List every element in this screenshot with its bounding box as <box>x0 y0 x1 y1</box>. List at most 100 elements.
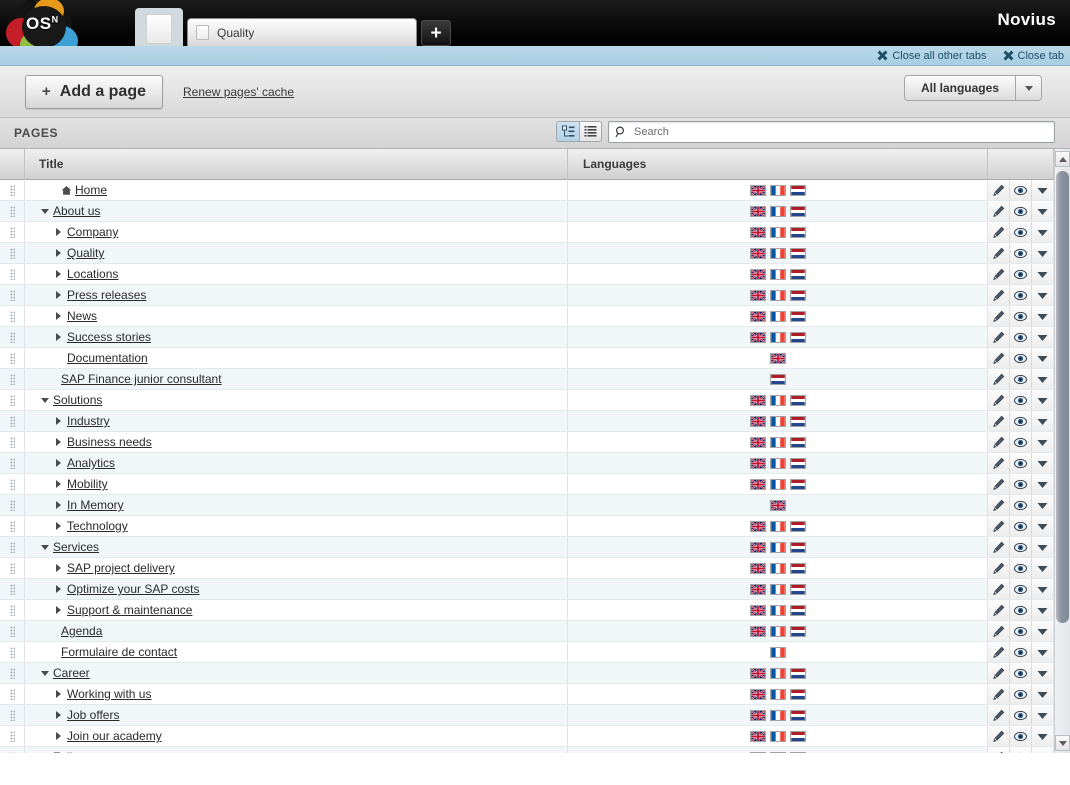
row-drag-handle[interactable] <box>0 495 25 515</box>
preview-page-button[interactable] <box>1010 730 1030 743</box>
edit-page-button[interactable] <box>988 352 1008 365</box>
row-drag-handle[interactable] <box>0 537 25 557</box>
table-row[interactable]: Working with us <box>0 684 1070 705</box>
vertical-scrollbar[interactable] <box>1054 149 1070 753</box>
preview-page-button[interactable] <box>1010 562 1030 575</box>
row-drag-handle[interactable] <box>0 180 25 200</box>
expand-toggle-closed-icon[interactable] <box>53 690 64 698</box>
edit-page-button[interactable] <box>988 688 1008 701</box>
table-row[interactable]: Press releases <box>0 285 1070 306</box>
table-row[interactable]: Home <box>0 180 1070 201</box>
page-title-link[interactable]: Analytics <box>67 456 115 470</box>
collapse-toggle-open-icon[interactable] <box>39 208 50 214</box>
expand-toggle-closed-icon[interactable] <box>53 312 64 320</box>
add-tab-button[interactable]: + <box>421 20 451 46</box>
expand-toggle-closed-icon[interactable] <box>53 564 64 572</box>
expand-toggle-closed-icon[interactable] <box>53 711 64 719</box>
table-row[interactable]: About us <box>0 201 1070 222</box>
row-drag-handle[interactable] <box>0 516 25 536</box>
page-title-link[interactable]: Home <box>75 183 107 197</box>
row-drag-handle[interactable] <box>0 579 25 599</box>
row-more-actions-button[interactable] <box>1033 562 1053 575</box>
page-title-link[interactable]: Services <box>53 540 99 554</box>
row-drag-handle[interactable] <box>0 264 25 284</box>
page-title-link[interactable]: Mobility <box>67 477 108 491</box>
row-drag-handle[interactable] <box>0 243 25 263</box>
page-title-link[interactable]: Technology <box>67 519 128 533</box>
row-more-actions-button[interactable] <box>1033 541 1053 554</box>
preview-page-button[interactable] <box>1010 415 1030 428</box>
expand-toggle-closed-icon[interactable] <box>53 501 64 509</box>
page-title-link[interactable]: Business needs <box>67 435 152 449</box>
row-more-actions-button[interactable] <box>1033 226 1053 239</box>
expand-toggle-closed-icon[interactable] <box>53 249 64 257</box>
row-more-actions-button[interactable] <box>1033 457 1053 470</box>
preview-page-button[interactable] <box>1010 646 1030 659</box>
edit-page-button[interactable] <box>988 751 1008 753</box>
table-row[interactable]: Career <box>0 663 1070 684</box>
table-row[interactable]: Industry <box>0 411 1070 432</box>
table-row[interactable]: Quality <box>0 243 1070 264</box>
table-row[interactable]: Formulaire de contact <box>0 642 1070 663</box>
row-more-actions-button[interactable] <box>1033 520 1053 533</box>
row-drag-handle[interactable] <box>0 201 25 221</box>
row-drag-handle[interactable] <box>0 390 25 410</box>
page-title-link[interactable]: Career <box>53 666 90 680</box>
page-title-link[interactable]: Documentation <box>67 351 148 365</box>
table-row[interactable]: Technology <box>0 516 1070 537</box>
page-title-link[interactable]: Follow us on <box>53 750 120 753</box>
row-drag-handle[interactable] <box>0 453 25 473</box>
expand-toggle-closed-icon[interactable] <box>53 522 64 530</box>
page-title-link[interactable]: Support & maintenance <box>67 603 192 617</box>
expand-toggle-closed-icon[interactable] <box>53 606 64 614</box>
preview-page-button[interactable] <box>1010 625 1030 638</box>
row-drag-handle[interactable] <box>0 558 25 578</box>
preview-page-button[interactable] <box>1010 310 1030 323</box>
edit-page-button[interactable] <box>988 541 1008 554</box>
row-more-actions-button[interactable] <box>1033 709 1053 722</box>
preview-page-button[interactable] <box>1010 499 1030 512</box>
table-row[interactable]: Success stories <box>0 327 1070 348</box>
edit-page-button[interactable] <box>988 625 1008 638</box>
row-more-actions-button[interactable] <box>1033 604 1053 617</box>
row-drag-handle[interactable] <box>0 285 25 305</box>
expand-toggle-closed-icon[interactable] <box>53 585 64 593</box>
edit-page-button[interactable] <box>988 184 1008 197</box>
row-more-actions-button[interactable] <box>1033 478 1053 491</box>
row-drag-handle[interactable] <box>0 747 25 753</box>
page-title-link[interactable]: Join our academy <box>67 729 162 743</box>
page-title-link[interactable]: Press releases <box>67 288 146 302</box>
row-more-actions-button[interactable] <box>1033 352 1053 365</box>
page-title-link[interactable]: Agenda <box>61 624 102 638</box>
page-title-link[interactable]: News <box>67 309 97 323</box>
edit-page-button[interactable] <box>988 373 1008 386</box>
preview-page-button[interactable] <box>1010 226 1030 239</box>
row-more-actions-button[interactable] <box>1033 184 1053 197</box>
preview-page-button[interactable] <box>1010 331 1030 344</box>
row-drag-handle[interactable] <box>0 348 25 368</box>
row-more-actions-button[interactable] <box>1033 205 1053 218</box>
page-title-link[interactable]: Industry <box>67 414 110 428</box>
row-drag-handle[interactable] <box>0 663 25 683</box>
preview-page-button[interactable] <box>1010 289 1030 302</box>
search-box[interactable] <box>608 121 1055 143</box>
table-row[interactable]: Optimize your SAP costs <box>0 579 1070 600</box>
edit-page-button[interactable] <box>988 247 1008 260</box>
row-drag-handle[interactable] <box>0 474 25 494</box>
row-drag-handle[interactable] <box>0 621 25 641</box>
edit-page-button[interactable] <box>988 394 1008 407</box>
table-row[interactable]: Agenda <box>0 621 1070 642</box>
scroll-down-button[interactable] <box>1055 735 1070 751</box>
preview-page-button[interactable] <box>1010 394 1030 407</box>
table-row[interactable]: In Memory <box>0 495 1070 516</box>
row-drag-handle[interactable] <box>0 600 25 620</box>
preview-page-button[interactable] <box>1010 436 1030 449</box>
row-drag-handle[interactable] <box>0 411 25 431</box>
edit-page-button[interactable] <box>988 583 1008 596</box>
page-title-link[interactable]: Formulaire de contact <box>61 645 177 659</box>
edit-page-button[interactable] <box>988 730 1008 743</box>
tree-view-button[interactable] <box>556 121 579 142</box>
preview-page-button[interactable] <box>1010 583 1030 596</box>
row-drag-handle[interactable] <box>0 369 25 389</box>
preview-page-button[interactable] <box>1010 751 1030 753</box>
